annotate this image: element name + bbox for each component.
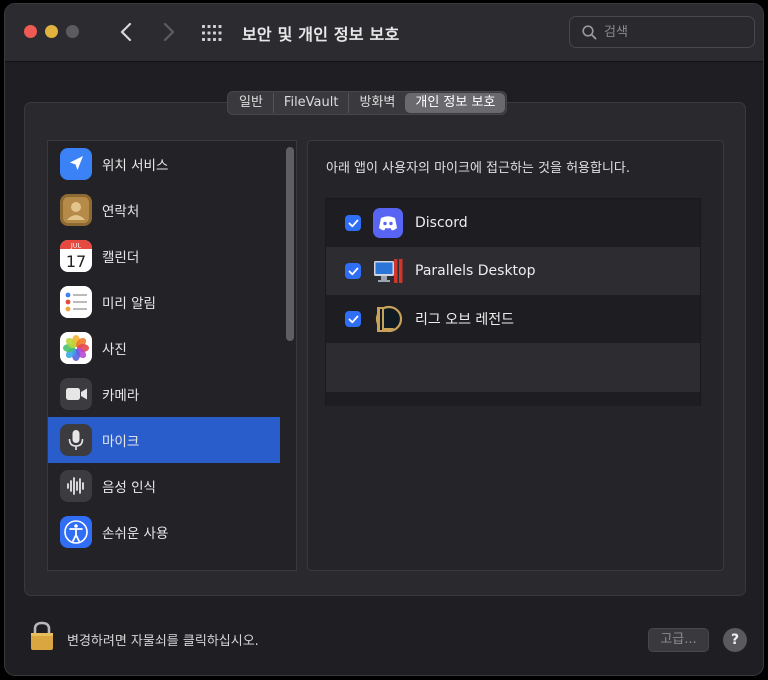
league-of-legends-checkbox[interactable] — [345, 311, 361, 327]
sidebar-item-photos[interactable]: 사진 — [48, 325, 280, 371]
calendar-day-text: 17 — [66, 252, 86, 271]
microphone-permission-pane: 아래 앱이 사용자의 마이크에 접근하는 것을 허용합니다. Discord P — [307, 140, 724, 571]
accessibility-icon — [60, 516, 92, 548]
app-row-league-of-legends[interactable]: 리그 오브 레전드 — [326, 295, 700, 343]
permission-description: 아래 앱이 사용자의 마이크에 접근하는 것을 허용합니다. — [326, 161, 631, 176]
sidebar-scrollbar[interactable] — [285, 143, 295, 568]
sidebar-item-label: 손쉬운 사용 — [102, 526, 169, 542]
tab-privacy[interactable]: 개인 정보 보호 — [405, 93, 506, 113]
calendar-month-text: JUL — [70, 242, 82, 250]
padlock-icon — [31, 621, 53, 650]
sidebar-item-contacts[interactable]: 연락처 — [48, 187, 280, 233]
lock-button[interactable] — [29, 620, 55, 652]
search-input[interactable] — [604, 22, 744, 42]
app-name: 리그 오브 레전드 — [415, 312, 515, 328]
checkmark-icon — [348, 219, 358, 227]
forward-button[interactable] — [156, 18, 182, 46]
list-footer-bar — [326, 392, 700, 406]
tab-bar: 일반 FileVault 방화벽 개인 정보 보호 — [227, 91, 508, 115]
minimize-window-button[interactable] — [45, 25, 58, 38]
discord-icon — [372, 207, 404, 239]
checkmark-icon — [348, 315, 358, 323]
app-name: Discord — [415, 215, 468, 231]
show-all-button[interactable] — [201, 22, 223, 44]
help-button[interactable]: ? — [723, 628, 747, 652]
sidebar-item-speech-recognition[interactable]: 음성 인식 — [48, 463, 280, 509]
sidebar-item-calendar[interactable]: JUL 17 캘린더 — [48, 233, 280, 279]
close-window-button[interactable] — [24, 25, 37, 38]
reminders-icon — [60, 286, 92, 318]
footer-bar: 변경하려면 자물쇠를 클릭하십시오. 고급... ? — [5, 614, 763, 664]
app-row-parallels-desktop[interactable]: Parallels Desktop — [326, 247, 700, 295]
sidebar-item-label: 마이크 — [102, 434, 140, 450]
sidebar-item-label: 사진 — [102, 342, 127, 358]
sidebar-item-label: 미리 알림 — [102, 296, 156, 312]
sidebar-item-label: 캘린더 — [102, 250, 140, 266]
contacts-icon — [60, 194, 92, 226]
parallels-desktop-icon — [372, 255, 404, 287]
sidebar-item-accessibility[interactable]: 손쉬운 사용 — [48, 509, 280, 555]
app-permission-list[interactable]: Discord Parallels Desktop 리그 오브 레전드 — [325, 198, 701, 406]
tab-filevault[interactable]: FileVault — [274, 93, 350, 113]
sidebar-item-microphone[interactable]: 마이크 — [48, 417, 280, 463]
tab-general[interactable]: 일반 — [229, 93, 274, 113]
speech-recognition-icon — [60, 470, 92, 502]
window-title: 보안 및 개인 정보 보호 — [242, 25, 400, 44]
league-of-legends-icon — [372, 303, 404, 335]
sidebar-item-label: 위치 서비스 — [102, 158, 169, 174]
preferences-window: 보안 및 개인 정보 보호 일반 FileVault 방화벽 개인 정보 보호 … — [4, 3, 764, 676]
zoom-window-button[interactable] — [66, 25, 79, 38]
sidebar-item-label: 연락처 — [102, 204, 140, 220]
advanced-button[interactable]: 고급... — [648, 628, 709, 652]
camera-icon — [60, 378, 92, 410]
title-bar: 보안 및 개인 정보 보호 — [5, 4, 763, 62]
grid-icon — [202, 25, 222, 41]
location-arrow-icon — [60, 148, 92, 180]
checkmark-icon — [348, 267, 358, 275]
lock-instruction: 변경하려면 자물쇠를 클릭하십시오. — [67, 634, 259, 649]
sidebar-item-location-services[interactable]: 위치 서비스 — [48, 141, 280, 187]
magnifying-glass-icon — [582, 25, 597, 40]
calendar-icon: JUL 17 — [60, 240, 92, 272]
chevron-left-icon — [120, 23, 132, 41]
sidebar-item-camera[interactable]: 카메라 — [48, 371, 280, 417]
chevron-right-icon — [163, 23, 175, 41]
discord-checkbox[interactable] — [345, 215, 361, 231]
parallels-desktop-checkbox[interactable] — [345, 263, 361, 279]
back-button[interactable] — [113, 18, 139, 46]
app-row-discord[interactable]: Discord — [326, 199, 700, 247]
scroll-thumb[interactable] — [286, 147, 294, 341]
sidebar-item-reminders[interactable]: 미리 알림 — [48, 279, 280, 325]
sidebar-item-label: 음성 인식 — [102, 480, 156, 496]
sidebar-item-label: 카메라 — [102, 388, 140, 404]
app-name: Parallels Desktop — [415, 263, 536, 279]
privacy-category-list[interactable]: 위치 서비스 연락처 JUL 17 캘린더 미리 알림 사진 카메라 마이크 음… — [47, 140, 297, 571]
search-field[interactable] — [569, 16, 755, 48]
tab-firewall[interactable]: 방화벽 — [349, 93, 405, 113]
photos-icon — [60, 332, 92, 364]
microphone-icon — [60, 424, 92, 456]
